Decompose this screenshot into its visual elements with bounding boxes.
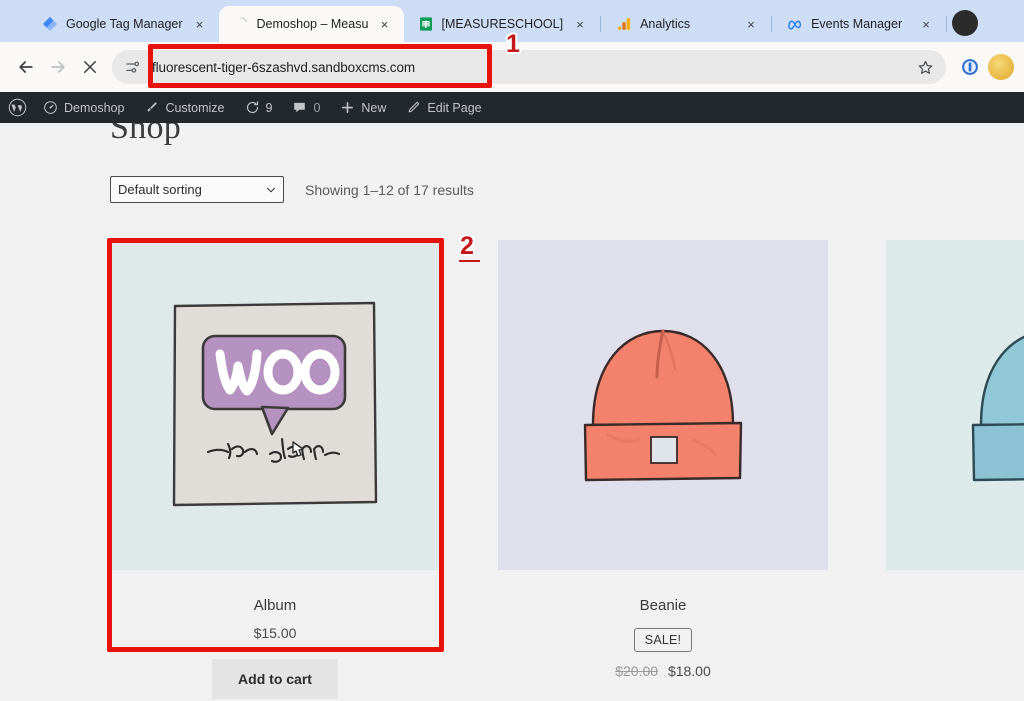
tab-close-icon[interactable]: × — [571, 15, 589, 33]
wp-admin-bar: Demoshop Customize 9 0 New Edit Page — [0, 92, 1024, 123]
wp-item-label: Customize — [165, 100, 225, 115]
blue-beanie-icon — [971, 335, 1024, 482]
tab-label: Events Manager — [811, 17, 903, 31]
wp-customize-button[interactable]: Customize — [134, 92, 234, 123]
profile-avatar[interactable] — [988, 54, 1014, 80]
extension-icon — [962, 59, 978, 75]
product-name: Album — [253, 597, 297, 614]
plus-icon — [342, 102, 354, 113]
product-price: $20.00 $18.00 — [498, 663, 828, 679]
product-name: Beanie — [639, 597, 687, 614]
result-count: Showing 1–12 of 17 results — [305, 181, 474, 198]
tab-close-icon[interactable]: × — [376, 15, 394, 33]
browser-window: Google Tag Manager × Demoshop – Measur ×… — [0, 0, 1024, 701]
address-bar[interactable]: fluorescent-tiger-6szashvd.sandboxcms.co… — [112, 50, 946, 84]
paintbrush-icon — [147, 102, 158, 112]
close-icon — [84, 61, 96, 73]
page-loading-icon — [239, 17, 247, 23]
wp-item-label: Demoshop — [64, 100, 125, 115]
forward-button[interactable] — [42, 51, 74, 83]
wp-new-button[interactable]: New — [330, 92, 396, 123]
product-old-price: $20.00 — [615, 663, 659, 679]
pencil-icon — [409, 101, 420, 113]
wp-updates-button[interactable]: 9 — [235, 92, 283, 123]
annotation-number-1: 1 — [506, 30, 520, 58]
product-card-beanie-with-logo[interactable]: Bean $2 — [886, 240, 1024, 699]
tab-close-icon[interactable]: × — [742, 15, 760, 33]
product-image-beanie-with-logo[interactable] — [886, 240, 1024, 570]
tab-label: Demoshop – Measur — [256, 17, 368, 31]
wp-item-label: New — [361, 100, 387, 115]
tab-demoshop[interactable]: Demoshop – Measur × — [218, 6, 404, 42]
tab-close-icon[interactable]: × — [191, 15, 209, 33]
google-analytics-icon — [618, 18, 631, 30]
shop-toolbar: Default sorting Showing 1–12 of 17 resul… — [110, 176, 474, 203]
dashboard-icon — [44, 101, 57, 114]
tab-separator — [600, 16, 602, 32]
wp-item-label: 9 — [265, 100, 273, 115]
bookmark-star-icon[interactable] — [912, 54, 938, 80]
sale-badge-wrap: SALE! — [498, 614, 828, 652]
profile-bubble-icon[interactable] — [952, 10, 979, 36]
product-grid: Album $15.00 Add to cart Beanie SALE! $2… — [110, 240, 1024, 699]
tab-close-icon[interactable]: × — [917, 15, 935, 33]
tab-google-tag-manager[interactable]: Google Tag Manager × — [28, 6, 219, 42]
meta-icon — [788, 20, 802, 30]
page-title: Shop — [110, 123, 182, 146]
tab-events-manager[interactable]: Events Manager × — [773, 6, 945, 42]
wp-item-label: 0 — [313, 100, 321, 115]
product-price-value: $15.00 — [253, 625, 297, 641]
wp-logo-button[interactable] — [0, 92, 33, 123]
google-sheets-icon — [419, 17, 432, 31]
forward-arrow-icon — [51, 61, 65, 73]
woo-album-cover-icon — [172, 301, 378, 507]
tab-measureschool[interactable]: [MEASURESCHOOL] × — [404, 6, 600, 42]
tab-label: [MEASURESCHOOL] — [441, 17, 564, 31]
product-card-album[interactable]: Album $15.00 Add to cart — [110, 240, 440, 699]
page-content: Shop Default sorting Showing 1–12 of 17 … — [0, 123, 1024, 701]
tab-separator — [946, 16, 948, 32]
back-button[interactable] — [10, 51, 42, 83]
wp-item-label: Edit Page — [427, 100, 482, 115]
tab-analytics[interactable]: Analytics × — [602, 6, 770, 42]
status-badge: SALE! — [633, 628, 693, 652]
tab-label: Analytics — [640, 17, 691, 31]
sorting-select-value: Default sorting — [118, 182, 202, 197]
comments-icon — [294, 102, 306, 113]
wp-site-name-button[interactable]: Demoshop — [33, 92, 134, 123]
tune-icon — [125, 61, 139, 73]
updates-icon — [246, 101, 258, 114]
google-tag-manager-icon — [43, 17, 57, 31]
product-name: Bean — [886, 597, 1024, 614]
site-settings-button[interactable] — [118, 53, 146, 81]
wp-comments-button[interactable]: 0 — [282, 92, 330, 123]
product-price: $15.00 — [110, 625, 440, 641]
sorting-select[interactable]: Default sorting — [110, 176, 284, 203]
product-card-beanie[interactable]: Beanie SALE! $20.00 $18.00 — [498, 240, 828, 699]
chevron-down-icon — [267, 187, 275, 192]
wp-edit-page-button[interactable]: Edit Page — [396, 92, 491, 123]
url-text[interactable]: fluorescent-tiger-6szashvd.sandboxcms.co… — [146, 60, 912, 75]
product-price: $2 — [886, 658, 1024, 674]
add-to-cart-button[interactable]: Add to cart — [212, 659, 338, 699]
tab-label: Google Tag Manager — [66, 17, 183, 31]
extension-button[interactable] — [956, 53, 984, 81]
stop-loading-button[interactable] — [74, 51, 106, 83]
product-image-beanie[interactable] — [498, 240, 828, 570]
annotation-underline-2 — [459, 260, 480, 262]
product-image-album[interactable] — [110, 240, 440, 570]
tab-separator — [771, 16, 773, 32]
orange-beanie-icon — [583, 329, 743, 482]
star-icon — [918, 60, 932, 74]
product-price-value: $18.00 — [667, 663, 711, 679]
back-arrow-icon — [19, 61, 33, 73]
annotation-number-2: 2 — [460, 232, 474, 260]
wordpress-icon — [8, 98, 27, 117]
